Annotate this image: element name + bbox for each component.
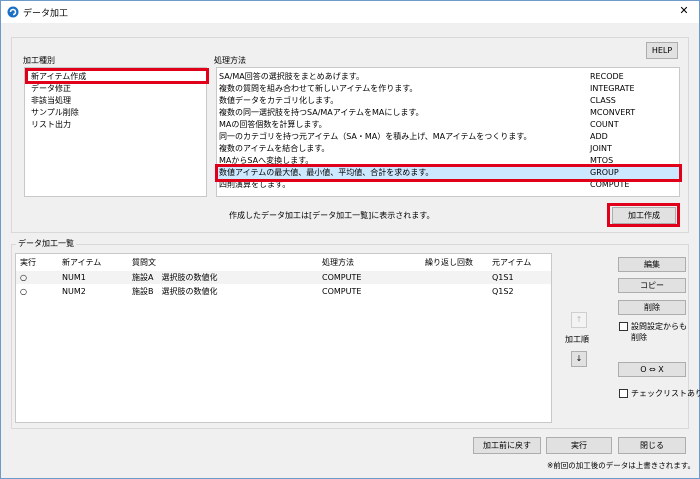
delete-from-settings-label-2: 削除 (631, 333, 647, 342)
method-desc: 同一のカテゴリを持つ元アイテム（SA・MA）を積み上げ、MAアイテムをつくります… (219, 132, 532, 141)
toggle-ox-button[interactable]: O ⇔ X (618, 362, 686, 377)
method-desc: 数値データをカテゴリ化します。 (219, 96, 339, 105)
list-heading: データ加工一覧 (16, 238, 76, 249)
data-processing-dialog: データ加工 ✕ HELP 加工種別 処理方法 新アイテム作成 データ修正 非該当… (0, 0, 700, 479)
copy-button[interactable]: コピー (618, 278, 686, 293)
run-marker: ○ (20, 273, 27, 282)
close-button[interactable]: 閉じる (618, 437, 686, 454)
method-desc: 複数のアイテムを結合します。 (219, 144, 330, 153)
cell-new-item: NUM2 (62, 287, 86, 296)
kind-heading: 加工種別 (23, 56, 55, 65)
method-desc: 複数の質問を組み合わせて新しいアイテムを作ります。 (219, 84, 418, 93)
method-code: ADD (590, 132, 608, 141)
revert-button[interactable]: 加工前に戻す (473, 437, 541, 454)
table-row[interactable]: ○ NUM2 施設B 選択肢の数値化 COMPUTE Q1S2 (16, 285, 551, 298)
method-desc: MAの回答個数を計算します。 (219, 120, 327, 129)
checklist-checkbox[interactable] (619, 389, 628, 398)
kind-item-not-applicable[interactable]: 非該当処理 (31, 95, 71, 107)
method-row-joint[interactable]: 複数のアイテムを結合します。 JOINT (217, 143, 679, 155)
kind-list[interactable]: 新アイテム作成 データ修正 非該当処理 サンプル削除 リスト出力 (24, 67, 207, 197)
method-row-integrate[interactable]: 複数の質問を組み合わせて新しいアイテムを作ります。 INTEGRATE (217, 83, 679, 95)
kind-item-data-fix[interactable]: データ修正 (31, 83, 71, 95)
method-row-class[interactable]: 数値データをカテゴリ化します。 CLASS (217, 95, 679, 107)
cell-new-item: NUM1 (62, 273, 86, 282)
processing-table[interactable]: 実行 新アイテム 質問文 処理方法 繰り返し回数 元アイテム ○ NUM1 施設… (15, 253, 552, 423)
run-marker: ○ (20, 287, 27, 296)
create-processing-button[interactable]: 加工作成 (612, 207, 676, 224)
method-desc: 複数の同一選択肢を持つSA/MAアイテムをMAにします。 (219, 108, 424, 117)
close-window-button[interactable]: ✕ (671, 1, 697, 21)
column-header-repeat[interactable]: 繰り返し回数 (425, 257, 473, 268)
method-row-mconvert[interactable]: 複数の同一選択肢を持つSA/MAアイテムをMAにします。 MCONVERT (217, 107, 679, 119)
method-code: MCONVERT (590, 108, 636, 117)
title-bar: データ加工 ✕ (1, 1, 699, 23)
cell-method: COMPUTE (322, 273, 362, 282)
create-note: 作成したデータ加工は[データ加工一覧]に表示されます。 (229, 211, 435, 220)
run-button[interactable]: 実行 (546, 437, 612, 454)
method-row-count[interactable]: MAの回答個数を計算します。 COUNT (217, 119, 679, 131)
method-heading: 処理方法 (214, 56, 246, 65)
method-code: INTEGRATE (590, 84, 635, 93)
method-row-recode[interactable]: SA/MA回答の選択肢をまとめあげます。 RECODE (217, 71, 679, 83)
delete-from-settings-label-1: 設問設定からも (631, 322, 687, 331)
cell-question: 施設B 選択肢の数値化 (132, 287, 218, 296)
column-header-question[interactable]: 質問文 (132, 257, 156, 268)
move-up-button[interactable]: ↑ (571, 312, 587, 328)
method-code: COUNT (590, 120, 619, 129)
help-button[interactable]: HELP (646, 42, 678, 59)
method-desc: SA/MA回答の選択肢をまとめあげます。 (219, 72, 364, 81)
column-header-method[interactable]: 処理方法 (322, 257, 354, 268)
method-row-add[interactable]: 同一のカテゴリを持つ元アイテム（SA・MA）を積み上げ、MAアイテムをつくります… (217, 131, 679, 143)
highlight-kind-selection (25, 68, 209, 84)
cell-question: 施設A 選択肢の数値化 (132, 273, 218, 282)
cell-method: COMPUTE (322, 287, 362, 296)
overwrite-footnote: ※前回の加工後のデータは上書きされます。 (547, 461, 696, 470)
kind-item-list-output[interactable]: リスト出力 (31, 119, 71, 131)
kind-item-sample-delete[interactable]: サンプル削除 (31, 107, 79, 119)
app-icon (7, 6, 19, 18)
window-title: データ加工 (23, 9, 69, 19)
column-header-source[interactable]: 元アイテム (492, 257, 531, 268)
column-header-new-item[interactable]: 新アイテム (62, 257, 101, 268)
cell-source: Q1S1 (492, 273, 514, 282)
table-row[interactable]: ○ NUM1 施設A 選択肢の数値化 COMPUTE Q1S1 (16, 271, 551, 284)
method-code: JOINT (590, 144, 612, 153)
method-code: RECODE (590, 72, 624, 81)
cell-source: Q1S2 (492, 287, 514, 296)
checklist-label: チェックリストあり (631, 389, 700, 398)
method-code: CLASS (590, 96, 616, 105)
column-header-run[interactable]: 実行 (20, 257, 36, 268)
order-label: 加工順 (565, 335, 589, 344)
delete-button[interactable]: 削除 (618, 300, 686, 315)
delete-from-settings-checkbox[interactable] (619, 322, 628, 331)
highlight-method-selection (215, 164, 682, 182)
move-down-button[interactable]: ↓ (571, 351, 587, 367)
edit-button[interactable]: 編集 (618, 257, 686, 272)
